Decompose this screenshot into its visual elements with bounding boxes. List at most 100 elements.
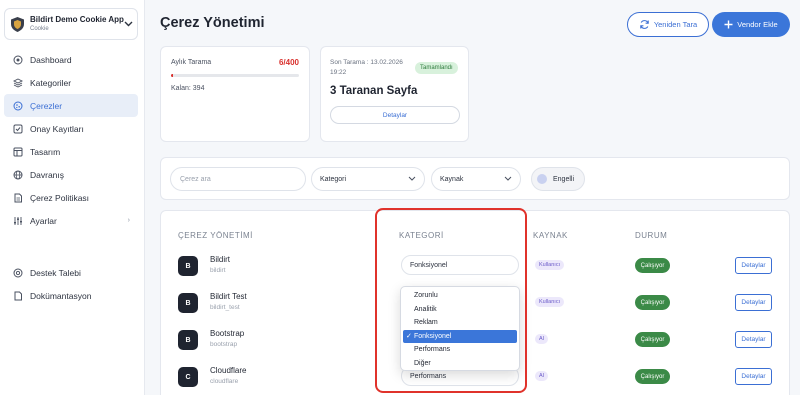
blocked-toggle[interactable]: Engelli [531,167,585,191]
status-badge: Tamamlandı [415,62,458,74]
column-header-name: ÇEREZ YÖNETİMİ [178,231,253,240]
column-header-source: KAYNAK [533,231,568,240]
cookie-key: bildirt_test [210,304,240,311]
avatar: B [178,330,198,350]
app-name: Bildirt Demo Cookie App [30,15,124,24]
sidebar-nav: Dashboard Kategoriler Çerezler Onay Kayı… [4,48,138,232]
filter-bar: Çerez ara Kategori Kaynak Engelli [160,157,790,200]
rescan-label: Yeniden Tara [653,20,698,29]
sidebar-item-label: Tasarım [30,146,61,157]
monthly-scan-card: Aylık Tarama 6/400 Kalan: 394 [160,46,310,142]
chevron-down-icon [408,176,416,183]
dropdown-option-label: Fonksiyonel [414,332,452,340]
sidebar-bottom-nav: Destek Talebi Dokümantasyon [4,261,138,307]
cookie-name: Bootstrap [210,329,245,338]
sidebar-item-label: Dokümantasyon [30,290,92,301]
column-header-category: KATEGORİ [399,231,444,240]
category-filter[interactable]: Kategori [311,167,425,191]
details-button[interactable]: Detaylar [735,331,772,348]
remaining-scans: Kalan: 394 [171,85,205,92]
cookie-icon [12,100,23,111]
sidebar-item-tasarim[interactable]: Tasarım [4,140,138,163]
status-badge: Çalışıyor [635,258,670,273]
category-dropdown: Zorunlu Analitik Reklam ✓ Fonksiyonel Pe… [400,286,520,371]
dashboard-icon [12,54,23,65]
sidebar: Bildirt Demo Cookie App Cookie Dashboard… [0,0,145,395]
cookie-key: bildirt [210,267,226,274]
sidebar-item-label: Dashboard [30,54,72,65]
globe-icon [12,169,23,180]
sidebar-item-dokumantasyon[interactable]: Dokümantasyon [4,284,138,307]
sidebar-item-label: Davranış [30,169,65,180]
status-badge: Çalışıyor [635,332,670,347]
search-input[interactable]: Çerez ara [170,167,306,191]
dropdown-option-diger[interactable]: Diğer [401,357,519,371]
sidebar-item-cerezler[interactable]: Çerezler [4,94,138,117]
monthly-scan-label: Aylık Tarama [171,59,212,66]
cookie-name: Cloudflare [210,366,247,375]
document-icon [12,192,23,203]
add-vendor-label: Vendor Ekle [737,20,778,29]
sidebar-item-label: Kategoriler [30,77,72,88]
progress-fill [171,74,173,77]
category-filter-label: Kategori [320,175,347,183]
cookie-key: cloudflare [210,378,239,385]
details-button[interactable]: Detaylar [330,106,460,124]
sidebar-item-destek-talebi[interactable]: Destek Talebi [4,261,138,284]
scanned-pages-title: 3 Taranan Sayfa [330,85,418,97]
details-button[interactable]: Detaylar [735,294,772,311]
help-icon [12,267,23,278]
shield-icon [11,16,24,32]
dropdown-option-analitik[interactable]: Analitik [401,303,519,317]
status-badge: Çalışıyor [635,295,670,310]
source-badge: AI [535,334,549,344]
dropdown-option-performans[interactable]: Performans [401,343,519,357]
sidebar-item-cerez-politikasi[interactable]: Çerez Politikası [4,186,138,209]
sidebar-item-label: Onay Kayıtları [30,123,84,134]
plus-icon [724,20,733,29]
sidebar-item-label: Destek Talebi [30,267,81,278]
app-subtitle: Cookie [30,26,49,32]
sidebar-item-label: Çerez Politikası [30,192,90,203]
blocked-label: Engelli [553,175,575,183]
status-badge: Çalışıyor [635,369,670,384]
avatar: C [178,367,198,387]
details-button[interactable]: Detaylar [735,368,772,385]
sidebar-item-kategoriler[interactable]: Kategoriler [4,71,138,94]
cookie-name: Bildirt [210,255,231,264]
sidebar-item-dashboard[interactable]: Dashboard [4,48,138,71]
cookie-name: Bildirt Test [210,292,247,301]
source-badge: AI [535,371,549,381]
monthly-scan-value: 6/400 [278,58,299,67]
source-filter-label: Kaynak [440,175,464,183]
column-header-status: DURUM [635,231,668,240]
sliders-icon [12,215,23,226]
layout-icon [12,146,23,157]
last-scan-card: Son Tarama : 13.02.2026 19:22 Tamamlandı… [320,46,469,142]
avatar: B [178,293,198,313]
dropdown-option-zorunlu[interactable]: Zorunlu [401,289,519,303]
monthly-scan-progress [171,74,299,77]
sidebar-item-ayarlar[interactable]: Ayarlar › [4,209,138,232]
rescan-button[interactable]: Yeniden Tara [627,12,709,37]
last-scan-label: Son Tarama : 13.02.2026 19:22 [330,59,403,76]
category-select[interactable]: Fonksiyonel [401,255,519,275]
sidebar-item-davranis[interactable]: Davranış [4,163,138,186]
sidebar-item-label: Çerezler [30,100,63,111]
source-filter[interactable]: Kaynak [431,167,521,191]
dropdown-option-fonksiyonel[interactable]: ✓ Fonksiyonel [403,329,517,343]
checkmark-icon: ✓ [406,333,412,341]
table-row: B Bildirt bildirt Fonksiyonel Kullanıcı … [161,248,791,285]
chevron-right-icon: › [127,217,130,224]
source-badge: Kullanıcı [535,260,565,270]
details-button[interactable]: Detaylar [735,257,772,274]
sidebar-item-label: Ayarlar [30,215,57,226]
chevron-down-icon [124,19,133,29]
page-title: Çerez Yönetimi [160,15,265,31]
sidebar-item-onay-kayitlari[interactable]: Onay Kayıtları [4,117,138,140]
add-vendor-button[interactable]: Vendor Ekle [712,12,790,37]
app-switcher[interactable]: Bildirt Demo Cookie App Cookie [4,8,138,40]
refresh-icon [639,19,650,30]
cookie-key: bootstrap [210,341,238,348]
dropdown-option-reklam[interactable]: Reklam [401,316,519,330]
